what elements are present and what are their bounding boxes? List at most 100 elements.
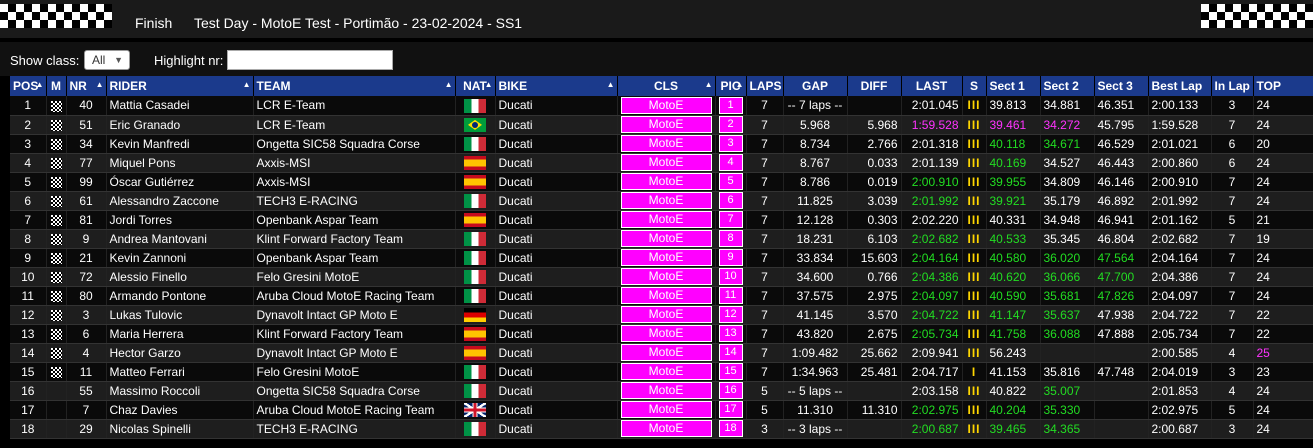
column-header-s[interactable]: S bbox=[962, 76, 987, 96]
pic-cell: 2 bbox=[715, 115, 747, 135]
column-header-pos[interactable]: POS ▲ bbox=[10, 76, 47, 96]
table-row[interactable]: 4 77 Miquel Pons Axxis-MSI Ducati MotoE 4 7 8.76… bbox=[10, 153, 1313, 173]
table-row[interactable]: 17 7 Chaz Davies Aruba Cloud MotoE Racing T… bbox=[10, 400, 1313, 420]
class-cell: MotoE bbox=[617, 134, 716, 154]
highlight-input[interactable] bbox=[227, 50, 393, 70]
column-header-nat[interactable]: NAT ▲ bbox=[455, 76, 496, 96]
column-header-cls[interactable]: CLS ▲ bbox=[617, 76, 716, 96]
team-cell-value: Klint Forward Factory Team bbox=[256, 326, 404, 341]
sector3-cell-value: 47.564 bbox=[1097, 250, 1135, 265]
gap-cell: 12.128 bbox=[783, 210, 848, 230]
table-row[interactable]: 11 80 Armando Pontone Aruba Cloud MotoE Rac… bbox=[10, 286, 1313, 306]
finish-flag-icon bbox=[50, 119, 62, 131]
sort-arrow-icon: ▲ bbox=[35, 80, 44, 89]
column-header-sect-3[interactable]: Sect 3 bbox=[1094, 76, 1149, 96]
number-cell: 11 bbox=[66, 362, 107, 382]
last-lap-cell-value: 1:59.528 bbox=[911, 117, 959, 132]
diff-cell: 2.675 bbox=[847, 324, 902, 344]
column-header-team[interactable]: TEAM ▲ bbox=[253, 76, 456, 96]
class-cell: MotoE bbox=[617, 96, 716, 116]
team-cell-value: Ongetta SIC58 Squadra Corse bbox=[256, 383, 420, 398]
number-cell-value: 72 bbox=[79, 269, 93, 284]
team-cell: TECH3 E-RACING bbox=[253, 191, 456, 211]
bike-cell-value: Ducati bbox=[498, 155, 533, 170]
table-row[interactable]: 12 3 Lukas Tulovic Dynavolt Intact GP Moto … bbox=[10, 305, 1313, 325]
table-row[interactable]: 6 61 Alessandro Zaccone TECH3 E-RACING Ducat… bbox=[10, 191, 1313, 211]
column-header-sect-1[interactable]: Sect 1 bbox=[986, 76, 1041, 96]
sector-status-cell: III bbox=[962, 134, 987, 154]
rider-cell-value: Óscar Gutiérrez bbox=[109, 174, 195, 189]
team-cell: Klint Forward Factory Team bbox=[253, 324, 456, 344]
sector2-cell-value: 34.881 bbox=[1043, 98, 1081, 113]
finish-flag-icon bbox=[50, 138, 62, 150]
table-row[interactable]: 16 55 Massimo Roccoli Ongetta SIC58 Squadra… bbox=[10, 381, 1313, 401]
filter-bar: Show class: All ▼ Highlight nr: bbox=[0, 42, 1313, 76]
finish-flag-icon bbox=[50, 366, 62, 378]
sector3-cell-value: 46.804 bbox=[1097, 231, 1135, 246]
number-cell: 51 bbox=[66, 115, 107, 135]
column-header-label: M bbox=[51, 79, 61, 93]
marker-cell bbox=[46, 153, 67, 173]
table-row[interactable]: 13 6 Maria Herrera Klint Forward Factory Te… bbox=[10, 324, 1313, 344]
sector1-cell: 39.921 bbox=[986, 191, 1041, 211]
pic-badge: 11 bbox=[718, 287, 743, 304]
column-header-label: BIKE bbox=[498, 79, 528, 93]
table-row[interactable]: 14 4 Hector Garzo Dynavolt Intact GP Moto E… bbox=[10, 343, 1313, 363]
diff-cell bbox=[847, 381, 902, 401]
class-cell: MotoE bbox=[617, 419, 716, 439]
marker-cell bbox=[46, 229, 67, 249]
column-header-sect-2[interactable]: Sect 2 bbox=[1040, 76, 1095, 96]
column-header-last[interactable]: LAST bbox=[901, 76, 963, 96]
bike-cell: Ducati bbox=[495, 134, 618, 154]
bike-cell-value: Ducati bbox=[498, 421, 533, 436]
table-row[interactable]: 9 21 Kevin Zannoni Openbank Aspar Team Ducat… bbox=[10, 248, 1313, 268]
marker-cell bbox=[46, 343, 67, 363]
column-header-gap[interactable]: GAP bbox=[783, 76, 848, 96]
diff-cell: 0.019 bbox=[847, 172, 902, 192]
column-header-nr[interactable]: NR ▲ bbox=[66, 76, 107, 96]
table-row[interactable]: 2 51 Eric Granado LCR E-Team Ducati MotoE 2 7 5.… bbox=[10, 115, 1313, 135]
sector3-cell bbox=[1094, 381, 1149, 401]
class-select[interactable]: All ▼ bbox=[84, 50, 130, 70]
sector3-cell-value: 46.941 bbox=[1097, 212, 1135, 227]
column-header-rider[interactable]: RIDER ▲ bbox=[106, 76, 254, 96]
class-badge: MotoE bbox=[620, 154, 712, 171]
pic-cell: 10 bbox=[715, 267, 747, 287]
class-cell: MotoE bbox=[617, 400, 716, 420]
column-header-label: Sect 3 bbox=[1097, 79, 1133, 93]
sector3-cell: 46.892 bbox=[1094, 191, 1149, 211]
last-lap-cell: 2:01.139 bbox=[901, 153, 963, 173]
table-row[interactable]: 15 11 Matteo Ferrari Felo Gresini MotoE Duca… bbox=[10, 362, 1313, 382]
sector3-cell: 46.146 bbox=[1094, 172, 1149, 192]
column-header-best-lap[interactable]: Best Lap bbox=[1148, 76, 1212, 96]
column-header-laps[interactable]: LAPS bbox=[746, 76, 784, 96]
table-row[interactable]: 7 81 Jordi Torres Openbank Aspar Team Ducati… bbox=[10, 210, 1313, 230]
pic-cell: 4 bbox=[715, 153, 747, 173]
diff-cell bbox=[847, 419, 902, 439]
marker-cell bbox=[46, 362, 67, 382]
table-row[interactable]: 1 40 Mattia Casadei LCR E-Team Ducati MotoE 1 7… bbox=[10, 96, 1313, 116]
pos-cell: 4 bbox=[10, 153, 47, 173]
gap-cell-value: 5.968 bbox=[799, 117, 831, 132]
best-lap-cell-value: 2:02.975 bbox=[1151, 402, 1199, 417]
sector2-cell-value: 35.345 bbox=[1043, 231, 1081, 246]
diff-cell bbox=[847, 96, 902, 116]
column-header-diff[interactable]: DIFF bbox=[847, 76, 902, 96]
column-header-top[interactable]: TOP bbox=[1253, 76, 1313, 96]
laps-cell: 7 bbox=[746, 248, 784, 268]
column-header-pic[interactable]: PIC ▲ bbox=[715, 76, 747, 96]
table-row[interactable]: 3 34 Kevin Manfredi Ongetta SIC58 Squadra C… bbox=[10, 134, 1313, 154]
sector2-cell: 34.527 bbox=[1040, 153, 1095, 173]
table-row[interactable]: 5 99 Óscar Gutiérrez Axxis-MSI Ducati MotoE 5 7… bbox=[10, 172, 1313, 192]
table-row[interactable]: 10 72 Alessio Finello Felo Gresini MotoE Duc… bbox=[10, 267, 1313, 287]
best-lap-cell-value: 2:00.860 bbox=[1151, 155, 1199, 170]
last-lap-cell: 2:04.164 bbox=[901, 248, 963, 268]
column-header-bike[interactable]: BIKE ▲ bbox=[495, 76, 618, 96]
gap-cell: 11.825 bbox=[783, 191, 848, 211]
table-row[interactable]: 18 29 Nicolas Spinelli TECH3 E-RACING Ducati… bbox=[10, 419, 1313, 439]
marker-cell bbox=[46, 248, 67, 268]
pos-cell-value: 12 bbox=[21, 307, 35, 322]
column-header-in-lap[interactable]: In Lap bbox=[1211, 76, 1254, 96]
column-header-m[interactable]: M bbox=[46, 76, 67, 96]
table-row[interactable]: 8 9 Andrea Mantovani Klint Forward Factory … bbox=[10, 229, 1313, 249]
